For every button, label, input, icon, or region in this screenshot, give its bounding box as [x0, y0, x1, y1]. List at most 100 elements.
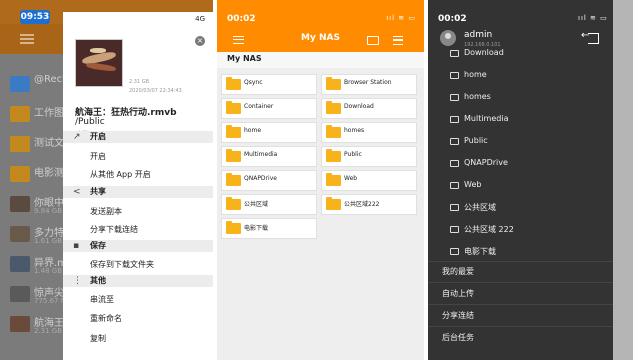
- file-row-size: 9.84 GB: [34, 207, 63, 215]
- status-time: 00:02: [438, 14, 467, 24]
- cast-icon[interactable]: [367, 36, 379, 45]
- folder-label: Web: [344, 175, 358, 182]
- drawer-item-background-tasks[interactable]: 后台任务: [442, 332, 474, 343]
- file-row-size: 2.31 GB: [34, 327, 63, 335]
- background-file-row: 工作图: [0, 100, 70, 130]
- action-sheet: 4G × 2.31 GB 2020/03/07 22:34:43 航海王：狂热行…: [63, 12, 213, 360]
- file-row-title: 电影测: [34, 168, 64, 179]
- share-icon: <: [73, 187, 81, 197]
- folder-icon: [450, 72, 459, 79]
- folder-icon: [226, 149, 241, 162]
- folder-tile[interactable]: Multimedia: [221, 146, 317, 167]
- status-time: 00:02: [227, 14, 256, 24]
- folder-icon: [450, 204, 459, 211]
- folder-icon: [450, 50, 459, 57]
- section-other: ⋮ 其他: [63, 275, 213, 287]
- drawer-overlay[interactable]: [613, 0, 633, 360]
- drawer-folder[interactable]: Public: [464, 136, 488, 145]
- drawer-folder[interactable]: 电影下载: [464, 246, 496, 257]
- drawer-item-favorites[interactable]: 我的最爱: [442, 266, 474, 277]
- drawer-folder[interactable]: Download: [464, 48, 504, 57]
- list-view-icon[interactable]: [393, 36, 403, 45]
- action-send-copy[interactable]: 发送副本: [90, 206, 122, 217]
- folder-icon: [450, 226, 459, 233]
- status-network: 4G: [195, 15, 205, 23]
- drawer-folder[interactable]: Web: [464, 180, 481, 189]
- action-open-in-other-app[interactable]: 从其他 App 开启: [90, 169, 151, 180]
- drawer-folder[interactable]: 公共区域: [464, 202, 496, 213]
- more-icon: ⋮: [73, 276, 82, 286]
- file-date: 2020/03/07 22:34:43: [129, 88, 182, 94]
- folder-icon: [226, 221, 241, 234]
- drawer-item-share-links[interactable]: 分享连结: [442, 310, 474, 321]
- folder-tile[interactable]: home: [221, 122, 317, 143]
- divider: [428, 282, 613, 283]
- action-open[interactable]: 开启: [90, 151, 106, 162]
- folder-tile[interactable]: QNAPDrive: [221, 170, 317, 191]
- background-file-row: 惊声尖叫 775.67 M: [0, 280, 74, 310]
- video-thumbnail: [10, 316, 30, 332]
- folder-tile[interactable]: 公共区域: [221, 194, 317, 215]
- section-label: 开启: [90, 132, 106, 141]
- background-file-row: @Recyc: [0, 70, 74, 100]
- action-rename[interactable]: 重新命名: [90, 313, 122, 324]
- navigation-drawer-screen: 00:02 ııl ≋ ▭ admin 192.168.0.101 Downlo…: [428, 0, 633, 360]
- divider: [428, 304, 613, 305]
- folder-label: 公共区域: [244, 201, 269, 208]
- divider: [428, 326, 613, 327]
- drawer-folder[interactable]: 公共区域 222: [464, 224, 514, 235]
- file-row-size: 775.67 M: [34, 297, 67, 305]
- file-row-size: 1.61 GB: [34, 237, 63, 245]
- folder-label: Download: [344, 103, 374, 110]
- folder-tile[interactable]: homes: [321, 122, 417, 143]
- folder-icon: [450, 138, 459, 145]
- drawer-item-auto-upload[interactable]: 自动上传: [442, 288, 474, 299]
- folder-tile[interactable]: Qsync: [221, 74, 317, 95]
- video-thumbnail: [10, 256, 30, 272]
- breadcrumb-label: My NAS: [227, 54, 262, 63]
- drawer-folder[interactable]: home: [464, 70, 487, 79]
- section-label: 其他: [90, 276, 106, 285]
- folder-icon: [10, 76, 30, 92]
- folder-icon: [326, 77, 341, 90]
- section-share: < 共享: [63, 186, 213, 198]
- file-size: 2.31 GB: [129, 79, 150, 85]
- folder-label: QNAPDrive: [244, 175, 277, 182]
- action-copy[interactable]: 复制: [90, 333, 106, 344]
- folder-icon: [450, 248, 459, 255]
- folder-icon: [450, 116, 459, 123]
- breadcrumb: My NAS: [217, 52, 424, 68]
- folder-tile[interactable]: Browser Station: [321, 74, 417, 95]
- folder-tile[interactable]: Container: [221, 98, 317, 119]
- folder-label: Multimedia: [244, 151, 278, 158]
- action-share-download-link[interactable]: 分享下载连结: [90, 224, 138, 235]
- background-file-row: 你眼中的 9.84 GB: [0, 190, 74, 220]
- section-label: 共享: [90, 187, 106, 196]
- folder-icon: [326, 101, 341, 114]
- folder-tile[interactable]: Public: [321, 146, 417, 167]
- drawer-folder[interactable]: Multimedia: [464, 114, 508, 123]
- folder-icon: [226, 173, 241, 186]
- drawer-folder[interactable]: homes: [464, 92, 491, 101]
- folder-tile[interactable]: 公共区域222: [321, 194, 417, 215]
- file-row-size: 1.48 GB: [34, 267, 63, 275]
- logout-icon[interactable]: [581, 30, 599, 44]
- folder-tile[interactable]: Download: [321, 98, 417, 119]
- folder-label: home: [244, 127, 262, 134]
- action-save-to-downloads[interactable]: 保存到下载文件夹: [90, 259, 154, 270]
- folder-label: 公共区域222: [344, 201, 380, 208]
- folder-icon: [326, 197, 341, 210]
- folder-tile[interactable]: 电影下载: [221, 218, 317, 239]
- folder-icon: [450, 182, 459, 189]
- folder-icon: [450, 94, 459, 101]
- drawer-folder[interactable]: QNAPDrive: [464, 158, 508, 167]
- folder-icon: [326, 173, 341, 186]
- open-external-icon: ↗: [73, 132, 81, 142]
- folder-tile[interactable]: Web: [321, 170, 417, 191]
- file-thumbnail: [75, 39, 123, 87]
- close-icon[interactable]: ×: [195, 36, 205, 46]
- folder-icon: [226, 125, 241, 138]
- sync-folder-icon: [226, 77, 241, 90]
- video-thumbnail: [10, 196, 30, 212]
- action-stream-to[interactable]: 串流至: [90, 294, 114, 305]
